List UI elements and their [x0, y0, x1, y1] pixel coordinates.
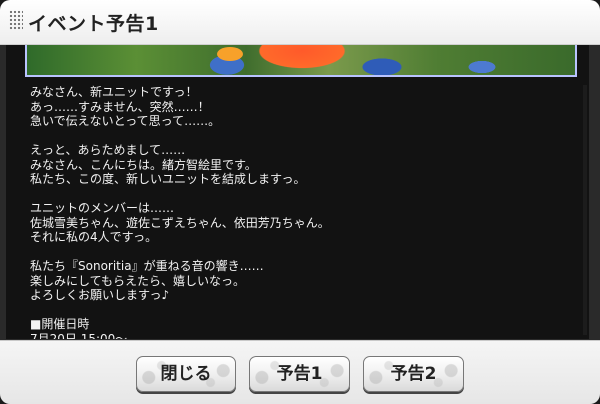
message-text: みなさん、新ユニットですっ！ あっ……すみません、突然……！ 急いで伝えないとっ… [30, 85, 330, 339]
title-bar: イベント予告1 [0, 0, 600, 45]
event-notice-dialog: イベント予告1 みなさん、新ユニットですっ！ あっ……すみません、突然……！ 急… [0, 0, 600, 404]
notice-1-button-label: 予告1 [276, 364, 323, 384]
event-banner-image [25, 45, 577, 77]
message-scroll-area[interactable]: みなさん、新ユニットですっ！ あっ……すみません、突然……！ 急いで伝えないとっ… [6, 45, 589, 339]
banner-decoration [217, 47, 243, 61]
close-button[interactable]: 閉じる [136, 356, 236, 392]
notice-2-button-label: 予告2 [390, 364, 437, 384]
scrollbar[interactable] [583, 85, 587, 335]
dialog-title: イベント予告1 [28, 13, 159, 35]
grip-icon [9, 10, 23, 30]
notice-1-button[interactable]: 予告1 [249, 356, 350, 392]
button-bar: 閉じる 予告1 予告2 [0, 340, 600, 404]
close-button-label: 閉じる [160, 364, 212, 384]
notice-2-button[interactable]: 予告2 [363, 356, 464, 392]
